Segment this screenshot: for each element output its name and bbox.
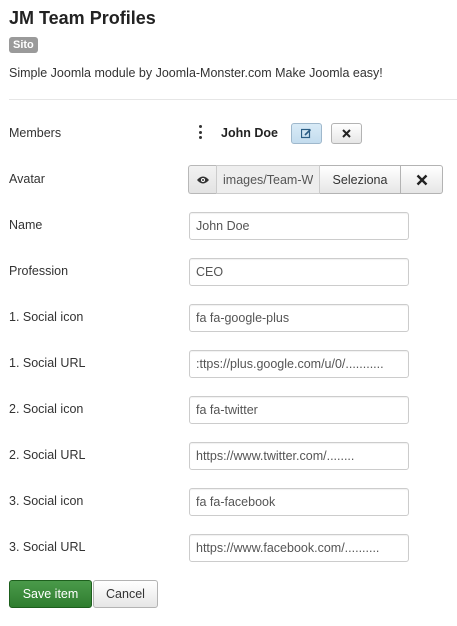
social-url-1-label: 1. Social URL xyxy=(9,356,86,370)
close-icon xyxy=(416,174,427,185)
cancel-button[interactable]: Cancel xyxy=(93,580,158,608)
edit-member-button[interactable] xyxy=(291,123,322,144)
delete-member-button[interactable] xyxy=(331,123,362,144)
name-input[interactable] xyxy=(189,212,409,240)
profession-label: Profession xyxy=(9,264,69,278)
social-icon-1-input[interactable] xyxy=(189,304,409,332)
eye-icon xyxy=(196,176,209,183)
avatar-label: Avatar xyxy=(9,172,45,186)
social-url-3-label: 3. Social URL xyxy=(9,540,86,554)
divider xyxy=(9,99,457,100)
module-description: Simple Joomla module by Joomla-Monster.c… xyxy=(9,66,383,80)
name-label: Name xyxy=(9,218,43,232)
member-name: John Doe xyxy=(221,126,278,140)
avatar-media-field: Seleziona xyxy=(188,165,443,194)
edit-icon xyxy=(301,128,312,139)
social-icon-2-input[interactable] xyxy=(189,396,409,424)
social-url-2-label: 2. Social URL xyxy=(9,448,86,462)
select-avatar-button[interactable]: Seleziona xyxy=(320,165,401,194)
social-icon-3-label: 3. Social icon xyxy=(9,494,84,508)
social-url-1-input[interactable] xyxy=(189,350,409,378)
members-label: Members xyxy=(9,126,62,140)
clear-avatar-button[interactable] xyxy=(401,165,443,194)
social-url-3-input[interactable] xyxy=(189,534,409,562)
drag-handle-icon[interactable] xyxy=(197,125,203,139)
save-item-button[interactable]: Save item xyxy=(9,580,92,608)
close-icon xyxy=(342,129,351,138)
page-title: JM Team Profiles xyxy=(9,8,156,28)
profession-input[interactable] xyxy=(189,258,409,286)
social-icon-1-label: 1. Social icon xyxy=(9,310,84,324)
social-icon-2-label: 2. Social icon xyxy=(9,402,84,416)
social-url-2-input[interactable] xyxy=(189,442,409,470)
site-badge: Sito xyxy=(9,37,38,53)
social-icon-3-input[interactable] xyxy=(189,488,409,516)
preview-button[interactable] xyxy=(188,165,216,194)
avatar-path-input[interactable] xyxy=(216,165,320,194)
